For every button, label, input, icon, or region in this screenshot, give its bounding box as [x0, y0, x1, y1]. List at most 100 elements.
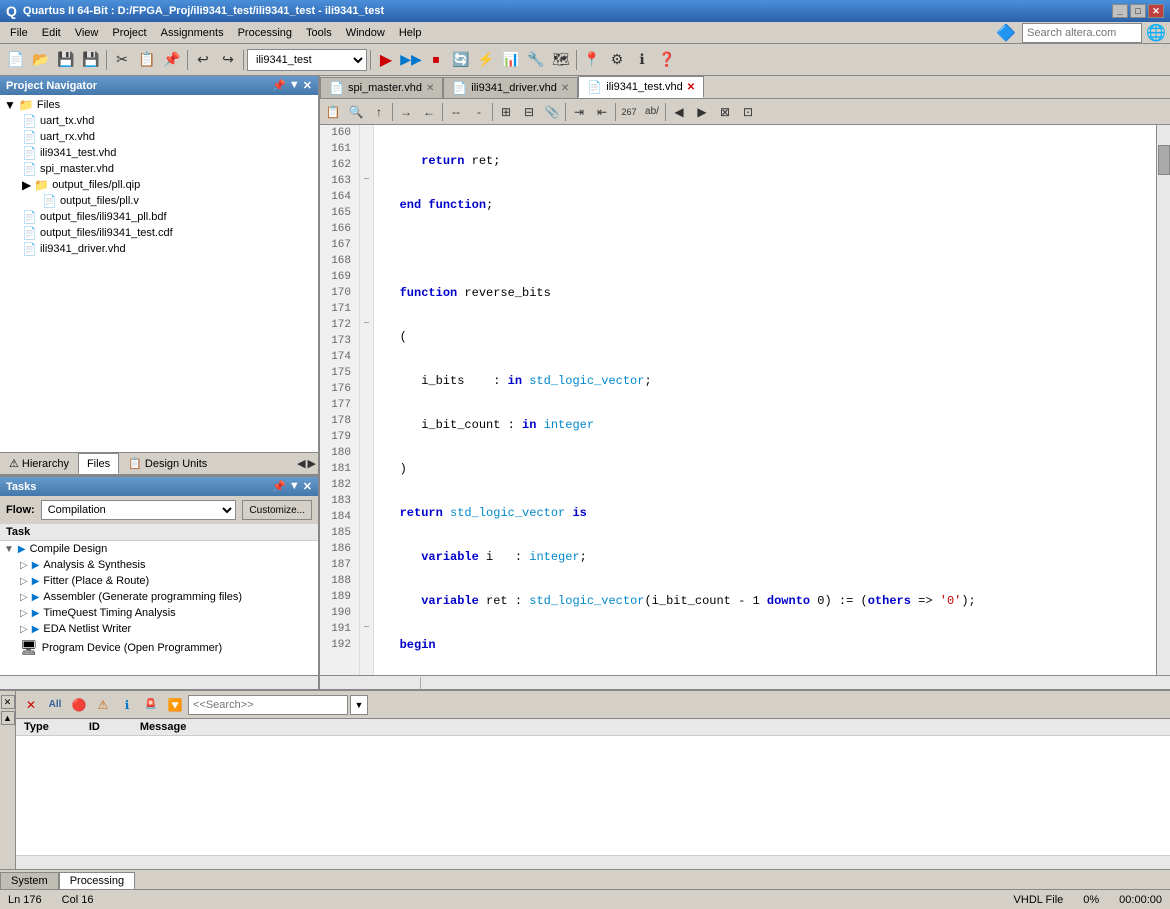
- menu-assignments[interactable]: Assignments: [155, 25, 230, 41]
- tab-ili9341-test[interactable]: 📄 ili9341_test.vhd ✕: [578, 76, 704, 98]
- tab-processing[interactable]: Processing: [59, 872, 135, 889]
- task-fitter[interactable]: ▷ ▶ Fitter (Place & Route): [0, 573, 318, 589]
- tab-hierarchy[interactable]: ⚠ Hierarchy: [0, 453, 78, 474]
- menu-view[interactable]: View: [69, 25, 105, 41]
- tasks-menu-icon[interactable]: ▼: [289, 480, 300, 493]
- code-horizontal-scrollbar[interactable]: [320, 675, 1170, 689]
- task-compile-design[interactable]: ▼ ▶ Compile Design: [0, 541, 318, 557]
- window-controls[interactable]: _ □ ✕: [1112, 4, 1164, 18]
- undo-button[interactable]: ↩: [191, 48, 215, 72]
- tree-item-files-folder[interactable]: ▼ 📁 Files: [2, 97, 316, 113]
- close-button[interactable]: ✕: [1148, 4, 1164, 18]
- help-button[interactable]: ❓: [655, 48, 679, 72]
- fold-172[interactable]: −: [360, 317, 373, 333]
- file-tree[interactable]: ▼ 📁 Files 📄 uart_tx.vhd 📄 uart_rx.vhd 📄 …: [0, 95, 318, 452]
- msg-all-btn[interactable]: All: [44, 695, 66, 715]
- menu-file[interactable]: File: [4, 25, 34, 41]
- code-content[interactable]: return ret; end function; function rever…: [374, 125, 1156, 675]
- close-tab-test[interactable]: ✕: [687, 82, 695, 93]
- left-panel-scrollbar[interactable]: [0, 675, 318, 689]
- ed-btn-nav1[interactable]: ◀: [668, 101, 690, 123]
- flow-select[interactable]: Compilation: [41, 500, 237, 520]
- tree-item-pll-v[interactable]: 📄 output_files/pll.v: [2, 193, 316, 209]
- ed-btn-fold[interactable]: ⊞: [495, 101, 517, 123]
- tab-system[interactable]: System: [0, 872, 59, 889]
- redo-button[interactable]: ↪: [216, 48, 240, 72]
- open-file-button[interactable]: 📂: [29, 48, 53, 72]
- ed-btn-indent-less[interactable]: ←: [418, 101, 440, 123]
- tasks-close-icon[interactable]: ✕: [303, 480, 312, 493]
- msg-error-btn[interactable]: 🔴: [68, 695, 90, 715]
- tree-item-output-pll-qip[interactable]: ▶ 📁 output_files/pll.qip: [2, 177, 316, 193]
- tab-files[interactable]: Files: [78, 453, 119, 474]
- tree-item-ili9341-test[interactable]: 📄 ili9341_test.vhd: [2, 145, 316, 161]
- task-program-device[interactable]: 🖥 Program Device (Open Programmer): [0, 637, 318, 658]
- menu-tools[interactable]: Tools: [300, 25, 338, 41]
- ed-btn-goto[interactable]: ⇥: [568, 101, 590, 123]
- minimize-button[interactable]: _: [1112, 4, 1128, 18]
- ed-btn-2[interactable]: 🔍: [345, 101, 367, 123]
- close-tab-driver[interactable]: ✕: [561, 83, 569, 94]
- tab-design-units[interactable]: 📋 Design Units: [119, 453, 216, 474]
- tree-item-ili9341-driver[interactable]: 📄 ili9341_driver.vhd: [2, 241, 316, 257]
- new-file-button[interactable]: 📄: [4, 48, 28, 72]
- ed-btn-3[interactable]: ↑: [368, 101, 390, 123]
- msg-warning-btn[interactable]: ⚠: [92, 695, 114, 715]
- horiz-scroll-thumb[interactable]: [420, 677, 421, 689]
- stop-button[interactable]: ⏹: [424, 48, 448, 72]
- maximize-button[interactable]: □: [1130, 4, 1146, 18]
- fold-163[interactable]: −: [360, 173, 373, 189]
- task-assembler[interactable]: ▷ ▶ Assembler (Generate programming file…: [0, 589, 318, 605]
- cut-button[interactable]: ✂: [110, 48, 134, 72]
- menu-processing[interactable]: Processing: [232, 25, 298, 41]
- project-dropdown[interactable]: ili9341_test: [247, 49, 367, 71]
- copy-button[interactable]: 📋: [135, 48, 159, 72]
- menu-edit[interactable]: Edit: [36, 25, 67, 41]
- ed-btn-uncomment[interactable]: -: [468, 101, 490, 123]
- message-content[interactable]: [16, 736, 1170, 855]
- side-tab-close[interactable]: ✕: [1, 695, 15, 709]
- search-globe-icon[interactable]: 🌐: [1146, 23, 1166, 43]
- save-file-button[interactable]: 💾: [54, 48, 78, 72]
- search-dropdown-button[interactable]: ▼: [350, 695, 368, 715]
- ed-btn-unfold[interactable]: ⊟: [518, 101, 540, 123]
- pin-planner-button[interactable]: 📍: [580, 48, 604, 72]
- nav-left-icon[interactable]: ◀: [297, 457, 305, 470]
- start-button[interactable]: ▶▶: [399, 48, 423, 72]
- nav-pin-icon[interactable]: 📌: [272, 79, 286, 92]
- menu-project[interactable]: Project: [106, 25, 152, 41]
- info-button[interactable]: ℹ: [630, 48, 654, 72]
- customize-button[interactable]: Customize...: [242, 500, 312, 520]
- scroll-thumb[interactable]: [1158, 145, 1170, 175]
- nav-right-icon[interactable]: ▶: [308, 457, 316, 470]
- task-timequest[interactable]: ▷ ▶ TimeQuest Timing Analysis: [0, 605, 318, 621]
- settings-button[interactable]: ⚙: [605, 48, 629, 72]
- menu-window[interactable]: Window: [340, 25, 391, 41]
- tree-item-ili9341-pll-bdf[interactable]: 📄 output_files/ili9341_pll.bdf: [2, 209, 316, 225]
- fold-191[interactable]: −: [360, 621, 373, 637]
- code-vertical-scrollbar[interactable]: [1156, 125, 1170, 675]
- nav-menu-icon[interactable]: ▼: [289, 79, 300, 92]
- save-all-button[interactable]: 💾: [79, 48, 103, 72]
- tech-map-button[interactable]: 🗺: [549, 48, 573, 72]
- tree-item-uart-rx[interactable]: 📄 uart_rx.vhd: [2, 129, 316, 145]
- rtl-viewer-button[interactable]: 🔧: [524, 48, 548, 72]
- ed-btn-linenum[interactable]: 267: [618, 101, 640, 123]
- chip-planner-button[interactable]: 📊: [499, 48, 523, 72]
- menu-help[interactable]: Help: [393, 25, 428, 41]
- task-eda-netlist[interactable]: ▷ ▶ EDA Netlist Writer: [0, 621, 318, 637]
- altera-search[interactable]: [1022, 23, 1142, 43]
- paste-button[interactable]: 📌: [160, 48, 184, 72]
- ed-btn-indent-more[interactable]: →: [395, 101, 417, 123]
- program-button[interactable]: ⚡: [474, 48, 498, 72]
- h-scroll-track[interactable]: [0, 676, 318, 689]
- ed-btn-comment[interactable]: --: [445, 101, 467, 123]
- ed-btn-nav2[interactable]: ▶: [691, 101, 713, 123]
- msg-critical-btn[interactable]: 🚨: [140, 695, 162, 715]
- message-search-input[interactable]: [188, 695, 348, 715]
- tasks-pin-icon[interactable]: 📌: [272, 480, 286, 493]
- close-tab-spi[interactable]: ✕: [426, 83, 434, 94]
- msg-horizontal-scrollbar[interactable]: [16, 855, 1170, 869]
- msg-filter-btn[interactable]: 🔽: [164, 695, 186, 715]
- ed-btn-back[interactable]: ⇤: [591, 101, 613, 123]
